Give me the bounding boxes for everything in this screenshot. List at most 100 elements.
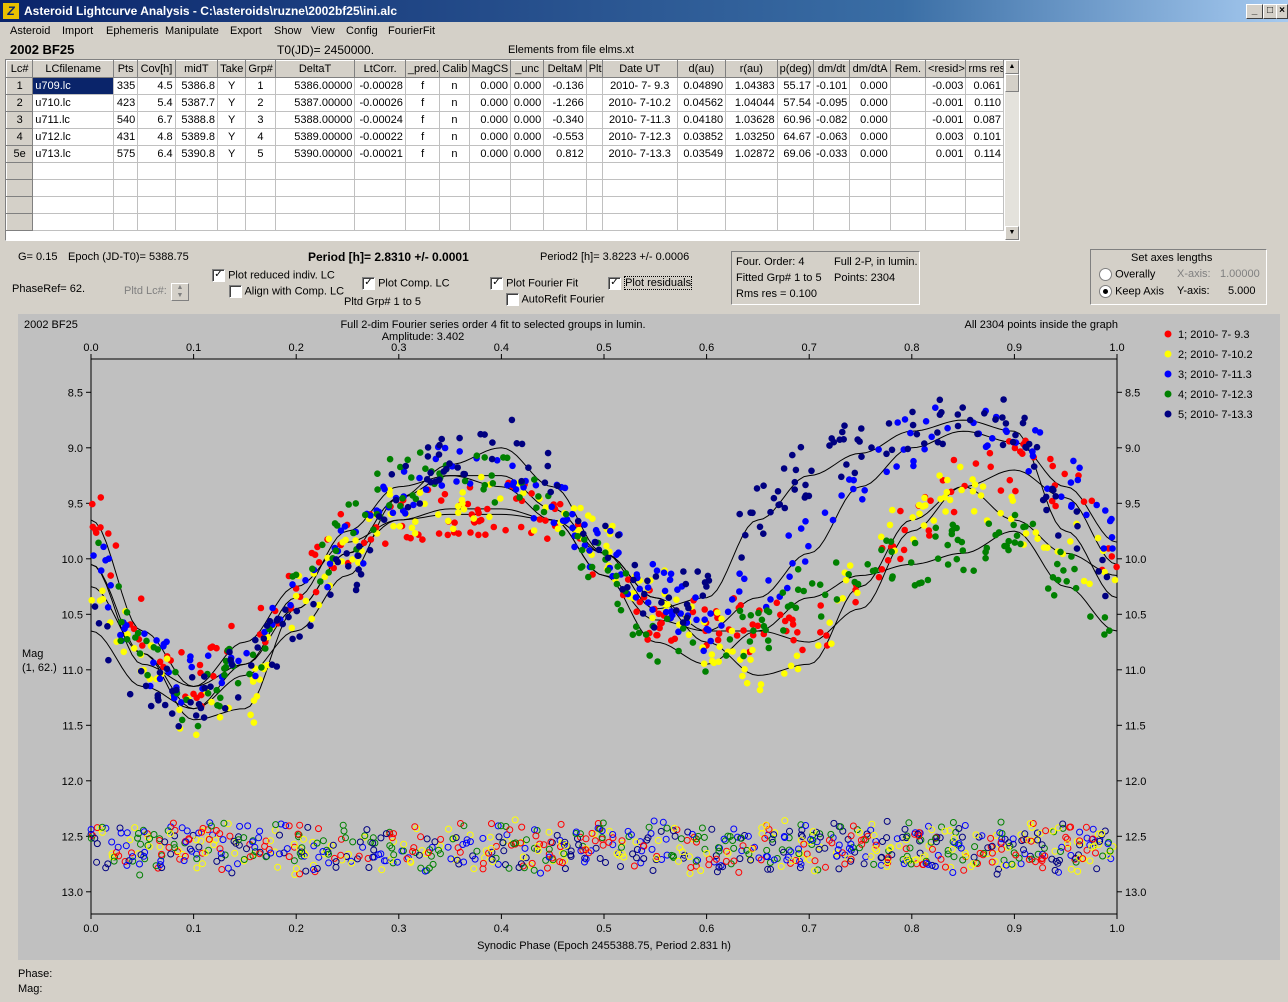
- column-header[interactable]: r(au): [725, 60, 778, 78]
- table-cell[interactable]: [925, 162, 967, 180]
- table-cell[interactable]: 0.000: [849, 145, 891, 163]
- table-cell[interactable]: -0.001: [925, 111, 967, 129]
- table-cell[interactable]: [354, 179, 406, 197]
- table-cell[interactable]: 3: [245, 111, 276, 129]
- table-cell[interactable]: [113, 179, 139, 197]
- table-cell[interactable]: [174, 162, 219, 180]
- period-value[interactable]: Period [h]= 2.8310 +/- 0.0001: [308, 250, 469, 264]
- table-cell[interactable]: [601, 179, 678, 197]
- table-cell[interactable]: -0.101: [812, 77, 851, 95]
- column-header[interactable]: p(deg): [776, 60, 814, 78]
- column-header[interactable]: d(au): [676, 60, 727, 78]
- table-cell[interactable]: 5.4: [137, 94, 176, 112]
- table-cell[interactable]: 5386.00000: [274, 77, 356, 95]
- table-cell[interactable]: [32, 162, 115, 180]
- table-row[interactable]: 1 u709.lc 335 4.5 5386.8 Y 1 5386.00000 -0.00028…: [6, 77, 1004, 95]
- yaxis-value[interactable]: 5.000: [1228, 285, 1256, 297]
- table-cell[interactable]: [245, 179, 276, 197]
- table-cell[interactable]: [217, 213, 247, 231]
- table-row[interactable]: 2 u710.lc 423 5.4 5387.7 Y 2 5387.00000 -0.00026…: [6, 94, 1004, 112]
- table-cell[interactable]: [889, 128, 927, 146]
- table-cell[interactable]: 4.8: [137, 128, 176, 146]
- table-cell[interactable]: [509, 213, 545, 231]
- table-cell[interactable]: 0.04890: [676, 77, 727, 95]
- table-cell[interactable]: [849, 179, 891, 197]
- table-row-empty[interactable]: [6, 213, 1004, 231]
- table-cell[interactable]: [601, 213, 678, 231]
- table-cell[interactable]: [585, 94, 603, 112]
- lightcurve-chart[interactable]: 2002 BF25 Full 2-dim Fourier series orde…: [18, 314, 1280, 960]
- plot-residuals-checkbox[interactable]: ✓ Plot residuals: [608, 276, 693, 291]
- table-cell[interactable]: 0.812: [543, 145, 587, 163]
- table-cell[interactable]: [217, 162, 247, 180]
- table-cell[interactable]: 0.000: [468, 77, 511, 95]
- scroll-thumb[interactable]: [1005, 74, 1019, 92]
- overally-radio-icon[interactable]: [1099, 268, 1112, 281]
- table-cell[interactable]: 540: [113, 111, 139, 129]
- table-cell[interactable]: [6, 213, 34, 231]
- table-cell[interactable]: [543, 213, 587, 231]
- table-cell[interactable]: [965, 162, 1004, 180]
- table-cell[interactable]: 0.03852: [676, 128, 727, 146]
- table-cell[interactable]: [174, 179, 219, 197]
- table-cell[interactable]: [676, 196, 727, 214]
- table-cell[interactable]: [676, 213, 727, 231]
- table-cell[interactable]: 1.04044: [725, 94, 778, 112]
- column-header[interactable]: rms res: [965, 60, 1004, 78]
- table-cell[interactable]: -0.00021: [354, 145, 406, 163]
- table-cell[interactable]: 0.000: [509, 77, 545, 95]
- table-cell[interactable]: [543, 179, 587, 197]
- table-cell[interactable]: [925, 179, 967, 197]
- table-cell[interactable]: [509, 162, 545, 180]
- table-cell[interactable]: -0.082: [812, 111, 851, 129]
- table-cell[interactable]: -0.033: [812, 145, 851, 163]
- table-cell[interactable]: 0.087: [965, 111, 1004, 129]
- table-cell[interactable]: [776, 162, 814, 180]
- table-cell[interactable]: [32, 196, 115, 214]
- table-cell[interactable]: [585, 128, 603, 146]
- table-cell[interactable]: n: [439, 145, 470, 163]
- table-cell[interactable]: [812, 196, 851, 214]
- column-header[interactable]: Rem.: [889, 60, 927, 78]
- column-header[interactable]: Take: [217, 60, 247, 78]
- table-cell[interactable]: 0.114: [965, 145, 1004, 163]
- table-cell[interactable]: [889, 162, 927, 180]
- table-cell[interactable]: 335: [113, 77, 139, 95]
- table-cell[interactable]: 0.000: [849, 77, 891, 95]
- table-cell[interactable]: [965, 179, 1004, 197]
- table-cell[interactable]: -0.136: [543, 77, 587, 95]
- table-cell[interactable]: f: [404, 111, 441, 129]
- menu-show[interactable]: Show: [274, 25, 302, 37]
- plot-comp-check-icon[interactable]: ✓: [362, 277, 375, 290]
- table-cell[interactable]: [137, 162, 176, 180]
- table-cell[interactable]: f: [404, 77, 441, 95]
- table-cell[interactable]: 57.54: [776, 94, 814, 112]
- table-cell[interactable]: [776, 196, 814, 214]
- table-cell[interactable]: 0.101: [965, 128, 1004, 146]
- table-cell[interactable]: [404, 213, 441, 231]
- table-cell[interactable]: [137, 213, 176, 231]
- table-cell[interactable]: [354, 196, 406, 214]
- menu-fourierfit[interactable]: FourierFit: [388, 25, 435, 37]
- table-cell[interactable]: n: [439, 77, 470, 95]
- table-cell[interactable]: [468, 162, 511, 180]
- table-cell[interactable]: [965, 196, 1004, 214]
- table-scrollbar[interactable]: ▲ ▼: [1005, 60, 1019, 240]
- table-cell[interactable]: [404, 179, 441, 197]
- table-cell[interactable]: 0.000: [509, 128, 545, 146]
- row-header[interactable]: 4: [6, 128, 34, 146]
- column-header[interactable]: Calib: [439, 60, 470, 78]
- table-cell[interactable]: [889, 196, 927, 214]
- table-cell[interactable]: 2: [245, 94, 276, 112]
- table-cell[interactable]: [812, 179, 851, 197]
- close-button[interactable]: ×: [1276, 4, 1288, 19]
- table-cell[interactable]: [509, 179, 545, 197]
- table-cell[interactable]: [812, 213, 851, 231]
- table-cell[interactable]: 0.000: [509, 111, 545, 129]
- table-cell[interactable]: -0.095: [812, 94, 851, 112]
- row-header[interactable]: 1: [6, 77, 34, 95]
- table-cell[interactable]: u710.lc: [32, 94, 115, 112]
- table-cell[interactable]: -0.340: [543, 111, 587, 129]
- column-header[interactable]: DeltaT: [274, 60, 356, 78]
- table-cell[interactable]: 4.5: [137, 77, 176, 95]
